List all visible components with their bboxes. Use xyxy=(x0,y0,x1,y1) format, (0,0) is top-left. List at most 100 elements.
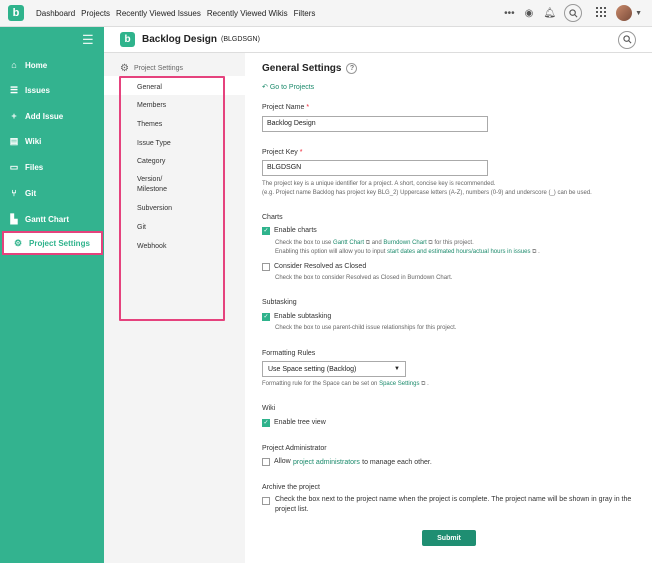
subtasking-label: Subtasking xyxy=(262,299,297,306)
archive-description: Check the box next to the project name w… xyxy=(275,496,632,503)
submit-button[interactable]: Submit xyxy=(422,530,476,546)
sidebar-item-issues[interactable]: ☰ Issues xyxy=(0,78,104,102)
enable-subtasking-checkbox[interactable]: ✓ xyxy=(262,312,270,321)
sidebar-item-label: Wiki xyxy=(25,136,42,146)
sidebar-item-home[interactable]: ⌂ Home xyxy=(0,53,104,77)
sidebar-item-wiki[interactable]: ▤ Wiki xyxy=(0,129,104,153)
external-link-icon: ⧉ xyxy=(421,381,426,387)
hours-link[interactable]: start dates and estimated hours/actual h… xyxy=(387,249,530,255)
subtasking-description: Check the box to use parent-child issue … xyxy=(275,325,457,331)
archive-checkbox[interactable] xyxy=(262,496,270,505)
project-key-example: (e.g. Project name Backlog has project k… xyxy=(262,190,592,196)
enable-charts-label: Enable charts xyxy=(274,227,317,235)
go-to-projects-text[interactable]: Go to Projects xyxy=(270,84,314,91)
project-name-label-text: Project Name xyxy=(262,104,305,111)
git-icon: ⑂ xyxy=(11,188,17,198)
charts-label: Charts xyxy=(262,214,283,221)
sidebar-item-label: Add Issue xyxy=(25,111,64,121)
charts-desc-period: . xyxy=(538,249,540,255)
search-icon[interactable] xyxy=(564,4,583,22)
formatting-desc-period: . xyxy=(427,381,429,387)
sidebar-item-project-settings[interactable]: ⚙ Project Settings xyxy=(2,231,103,255)
sidebar-item-label: Files xyxy=(25,162,44,172)
project-key-description: The project key is a unique identifier f… xyxy=(262,181,496,187)
charts-and-text: and xyxy=(371,240,382,246)
settings-menu-title: ⚙ Project Settings xyxy=(120,63,183,74)
formatting-description: Formatting rule for the Space can be set… xyxy=(262,381,429,388)
page-title: General Settings ? xyxy=(262,63,358,74)
charts-desc-end: for this project. xyxy=(434,240,474,246)
enable-charts-checkbox[interactable]: ✓ xyxy=(262,226,270,235)
project-logo[interactable]: b xyxy=(120,32,135,47)
project-search-icon[interactable] xyxy=(618,30,636,49)
enable-tree-view-checkbox[interactable]: ✓ xyxy=(262,418,270,427)
required-mark: * xyxy=(299,149,303,156)
project-name[interactable]: Backlog Design xyxy=(142,34,217,45)
formatting-select-value: Use Space setting (Backlog) xyxy=(268,365,357,373)
enable-subtasking-label: Enable subtasking xyxy=(274,313,332,321)
sidebar-item-files[interactable]: ▭ Files xyxy=(0,155,104,179)
project-administrator-label: Project Administrator xyxy=(262,445,327,452)
issues-icon: ☰ xyxy=(9,84,19,95)
avatar[interactable] xyxy=(616,5,633,21)
home-icon: ⌂ xyxy=(11,60,17,70)
sidebar-item-add-issue[interactable]: + Add Issue xyxy=(0,104,104,128)
space-settings-link[interactable]: Space Settings xyxy=(379,381,419,387)
project-key: (BLGDSGN) xyxy=(221,36,260,43)
formatting-rules-label: Formatting Rules xyxy=(262,350,316,357)
top-nav: Dashboard Projects Recently Viewed Issue… xyxy=(30,9,315,18)
sidebar-item-git[interactable]: ⑂ Git xyxy=(0,181,104,205)
consider-resolved-row: Consider Resolved as Closed xyxy=(262,262,366,271)
resolved-description: Check the box to consider Resolved as Cl… xyxy=(275,275,453,281)
project-key-label: Project Key * xyxy=(262,149,302,156)
more-icon[interactable]: ••• xyxy=(504,8,515,19)
sidebar-item-label: Home xyxy=(25,60,48,70)
bell-icon[interactable]: 🔔︎ xyxy=(543,8,556,19)
consider-resolved-checkbox[interactable] xyxy=(262,262,270,271)
go-to-projects-link[interactable]: ↶ Go to Projects xyxy=(262,83,314,91)
formatting-desc-text: Formatting rule for the Space can be set… xyxy=(262,381,378,387)
charts-desc-text: Check the box to use xyxy=(275,240,332,246)
nav-recent-wikis[interactable]: Recently Viewed Wikis xyxy=(207,9,288,18)
allow-admin-checkbox[interactable] xyxy=(262,457,270,466)
menu-highlight-box xyxy=(119,76,225,321)
chevron-down-icon[interactable]: ▼ xyxy=(635,10,642,17)
consider-resolved-label: Consider Resolved as Closed xyxy=(274,263,367,271)
top-icons: ••• ◉ 🔔︎ ▼ xyxy=(494,4,652,22)
nav-dashboard[interactable]: Dashboard xyxy=(36,9,75,18)
project-name-input[interactable]: Backlog Design xyxy=(262,116,488,132)
project-key-label-text: Project Key xyxy=(262,149,298,156)
top-bar: b Dashboard Projects Recently Viewed Iss… xyxy=(0,0,652,27)
project-key-input[interactable]: BLGDSGN xyxy=(262,160,488,176)
allow-admin-rest: to manage each other. xyxy=(362,459,432,466)
settings-menu: ⚙ Project Settings General Members Theme… xyxy=(104,53,245,563)
hamburger-icon[interactable]: ☰ xyxy=(82,32,94,48)
backlog-logo[interactable]: b xyxy=(8,5,24,21)
burndown-chart-link[interactable]: Burndown Chart xyxy=(383,240,426,246)
formatting-rules-select[interactable]: Use Space setting (Backlog) ▼ xyxy=(262,361,406,377)
nav-recent-issues[interactable]: Recently Viewed Issues xyxy=(116,9,201,18)
enable-charts-row: ✓ Enable charts xyxy=(262,226,317,235)
charts-desc-text-2: Enabling this option will allow you to i… xyxy=(275,249,386,255)
gantt-icon: ▙ xyxy=(10,213,18,224)
watch-icon[interactable]: ◉ xyxy=(525,8,534,19)
gear-icon: ⚙ xyxy=(13,237,23,248)
charts-description-2: Enabling this option will allow you to i… xyxy=(275,249,540,256)
archive-label: Archive the project xyxy=(262,484,320,491)
main-content: General Settings ? ↶ Go to Projects Proj… xyxy=(245,53,652,563)
sidebar-item-label: Git xyxy=(25,188,37,198)
chevron-down-icon: ▼ xyxy=(394,366,400,372)
archive-row xyxy=(262,496,270,505)
wiki-icon: ▤ xyxy=(9,135,19,146)
page-title-text: General Settings xyxy=(262,63,342,74)
apps-icon[interactable] xyxy=(596,6,607,20)
sidebar-item-gantt-chart[interactable]: ▙ Gantt Chart xyxy=(0,207,104,231)
help-icon[interactable]: ? xyxy=(346,63,358,74)
nav-projects[interactable]: Projects xyxy=(81,9,110,18)
add-icon: + xyxy=(11,111,17,121)
nav-filters[interactable]: Filters xyxy=(294,9,316,18)
project-administrators-link[interactable]: project administrators xyxy=(293,459,360,466)
external-link-icon: ⧉ xyxy=(532,249,537,255)
wiki-label: Wiki xyxy=(262,405,276,412)
gantt-chart-link[interactable]: Gantt Chart xyxy=(333,240,364,246)
